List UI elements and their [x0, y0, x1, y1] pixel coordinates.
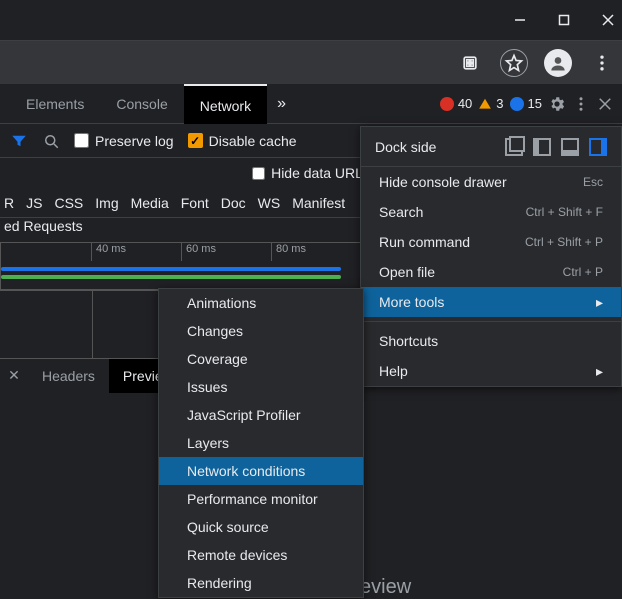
submenu-remote-devices[interactable]: Remote devices	[159, 541, 363, 569]
preview-background-text: eview	[360, 576, 411, 599]
submenu-coverage[interactable]: Coverage	[159, 345, 363, 373]
timeline-load-bar	[1, 275, 341, 279]
filter-font[interactable]: Font	[181, 195, 209, 211]
error-dot-icon	[440, 97, 454, 111]
preserve-log-label: Preserve log	[95, 133, 174, 149]
maximize-button[interactable]	[554, 10, 574, 30]
tab-elements[interactable]: Elements	[10, 84, 100, 124]
error-count-value: 40	[458, 96, 472, 111]
profile-avatar-icon[interactable]	[544, 49, 572, 77]
filter-css[interactable]: CSS	[54, 195, 83, 211]
disable-cache-label: Disable cache	[209, 133, 297, 149]
warning-triangle-icon	[478, 97, 492, 111]
info-dot-icon	[510, 97, 524, 111]
submenu-issues[interactable]: Issues	[159, 373, 363, 401]
tab-console[interactable]: Console	[100, 84, 183, 124]
filter-img[interactable]: Img	[95, 195, 118, 211]
dock-right-icon[interactable]	[589, 138, 607, 156]
timeline-tick	[1, 243, 91, 261]
window-titlebar	[0, 0, 622, 40]
menu-run-command[interactable]: Run command Ctrl + Shift + P	[361, 227, 621, 257]
submenu-changes[interactable]: Changes	[159, 317, 363, 345]
settings-gear-icon[interactable]	[548, 95, 566, 113]
disable-cache-box-checked[interactable]: ✓	[188, 133, 203, 148]
dock-undock-icon[interactable]	[505, 138, 523, 156]
preserve-log-checkbox[interactable]: Preserve log	[74, 133, 174, 149]
warning-count-value: 3	[496, 96, 503, 111]
submenu-javascript-profiler[interactable]: JavaScript Profiler	[159, 401, 363, 429]
filter-media[interactable]: Media	[131, 195, 169, 211]
chevron-right-icon: ▸	[596, 363, 603, 380]
timeline-tick: 60 ms	[181, 243, 271, 261]
dock-side-row: Dock side	[361, 127, 621, 167]
filter-js[interactable]: JS	[26, 195, 42, 211]
browser-toolbar	[0, 40, 622, 84]
filter-ws[interactable]: WS	[258, 195, 281, 211]
minimize-button[interactable]	[510, 10, 530, 30]
close-detail-icon[interactable]: ✕	[0, 367, 28, 384]
hide-data-urls-checkbox[interactable]	[252, 167, 265, 180]
menu-hide-console-drawer[interactable]: Hide console drawer Esc	[361, 167, 621, 197]
info-count[interactable]: 15	[510, 96, 542, 111]
timeline-tick: 80 ms	[271, 243, 361, 261]
submenu-quick-source[interactable]: Quick source	[159, 513, 363, 541]
submenu-animations[interactable]: Animations	[159, 289, 363, 317]
tab-network[interactable]: Network	[184, 84, 267, 124]
disable-cache-checkbox[interactable]: ✓ Disable cache	[188, 133, 297, 149]
info-count-value: 15	[528, 96, 542, 111]
detail-tab-headers[interactable]: Headers	[28, 359, 109, 393]
dock-left-icon[interactable]	[533, 138, 551, 156]
menu-separator	[361, 321, 621, 322]
bookmark-star-icon[interactable]	[500, 49, 528, 77]
hide-data-urls-label: Hide data URLs	[271, 165, 370, 181]
timeline-tick: 40 ms	[91, 243, 181, 261]
menu-open-file[interactable]: Open file Ctrl + P	[361, 257, 621, 287]
filter-doc[interactable]: Doc	[221, 195, 246, 211]
timeline-domcontent-bar	[1, 267, 341, 271]
error-count[interactable]: 40	[440, 96, 472, 111]
devtools-tab-strip: Elements Console Network » 40 3 15	[0, 84, 622, 124]
warning-count[interactable]: 3	[478, 96, 503, 111]
menu-search[interactable]: Search Ctrl + Shift + F	[361, 197, 621, 227]
filter-funnel-icon[interactable]	[10, 132, 28, 150]
dock-side-label: Dock side	[375, 139, 436, 155]
submenu-performance-monitor[interactable]: Performance monitor	[159, 485, 363, 513]
search-icon[interactable]	[42, 132, 60, 150]
menu-more-tools[interactable]: More tools ▸	[361, 287, 621, 317]
extensions-icon[interactable]	[456, 49, 484, 77]
filter-manifest[interactable]: Manifest	[292, 195, 345, 211]
menu-help[interactable]: Help ▸	[361, 356, 621, 386]
menu-shortcuts[interactable]: Shortcuts	[361, 326, 621, 356]
browser-menu-icon[interactable]	[588, 49, 616, 77]
submenu-network-conditions[interactable]: Network conditions	[159, 457, 363, 485]
tab-overflow-icon[interactable]: »	[267, 95, 296, 113]
close-window-button[interactable]	[598, 10, 618, 30]
dock-bottom-icon[interactable]	[561, 138, 579, 156]
preserve-log-box[interactable]	[74, 133, 89, 148]
more-tools-submenu: Animations Changes Coverage Issues JavaS…	[158, 288, 364, 598]
chevron-right-icon: ▸	[596, 294, 603, 311]
devtools-main-menu: Dock side Hide console drawer Esc Search…	[360, 126, 622, 387]
kebab-menu-icon[interactable]	[572, 95, 590, 113]
submenu-layers[interactable]: Layers	[159, 429, 363, 457]
close-devtools-icon[interactable]	[596, 95, 614, 113]
filter-xhr[interactable]: R	[4, 195, 14, 211]
